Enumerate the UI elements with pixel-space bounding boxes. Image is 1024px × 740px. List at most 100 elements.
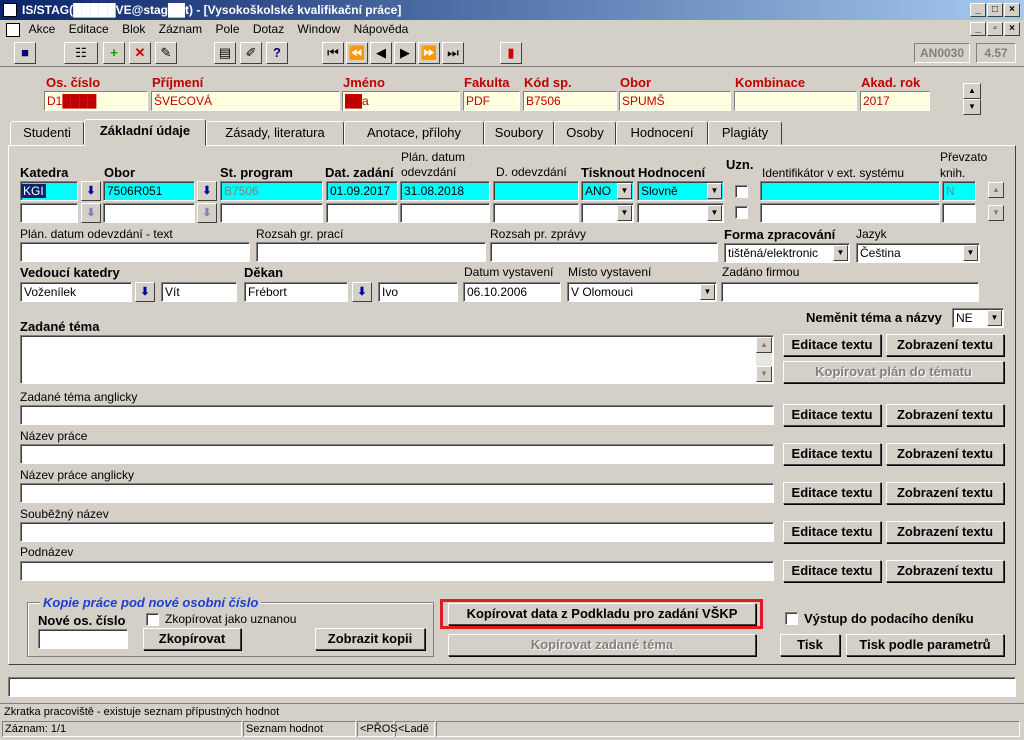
tab-studenti[interactable]: Studenti <box>10 121 84 145</box>
zobrazeni-textu-button-tema[interactable]: Zobrazení textu <box>886 334 1004 356</box>
obor-pick-icon-row2[interactable]: ⬇ <box>197 203 217 223</box>
header-scroll-down-icon[interactable]: ▼ <box>963 99 981 115</box>
uzn-checkbox[interactable] <box>735 185 748 198</box>
kod-sp-field[interactable]: B7506 <box>523 91 617 111</box>
prev-block-icon[interactable]: ⏪ <box>346 42 368 64</box>
kopirovat-zadane-tema-button[interactable]: Kopírovat zadané téma <box>448 634 756 656</box>
fakulta-field[interactable]: PDF <box>463 91 520 111</box>
clipboard-icon[interactable]: ▤ <box>214 42 236 64</box>
nove-os-cislo-field[interactable] <box>38 629 128 649</box>
dekan-prijmeni-field[interactable]: Frébort <box>244 282 348 302</box>
uzn-checkbox-row2[interactable] <box>735 206 748 219</box>
delete-record-icon[interactable]: ✕ <box>129 42 151 64</box>
menu-akce[interactable]: Akce <box>29 22 56 36</box>
vedouci-jmeno-field[interactable]: Vít <box>161 282 237 302</box>
soubezny-field[interactable] <box>20 522 774 542</box>
tab-zasady-literatura[interactable]: Zásady, literatura <box>206 121 344 145</box>
obor-code-field[interactable]: 7506R051 <box>103 181 195 201</box>
katedra-field[interactable]: KGI <box>20 181 78 201</box>
scroll-down-icon[interactable]: ▼ <box>756 366 772 382</box>
zobrazeni-textu-button-podnazev[interactable]: Zobrazení textu <box>886 560 1004 582</box>
hodnoceni-select[interactable]: Slovně ▼ <box>637 181 724 201</box>
menu-window[interactable]: Window <box>298 22 341 36</box>
edit-pencil-icon[interactable]: ✐ <box>240 42 262 64</box>
tab-osoby[interactable]: Osoby <box>554 121 616 145</box>
obor-field[interactable]: SPUMŠ <box>619 91 731 111</box>
d-odevzdani-field[interactable] <box>493 181 579 201</box>
plan-datum-text-field[interactable] <box>20 242 250 262</box>
child-restore-button[interactable]: ▫ <box>987 22 1003 36</box>
rozsah-pr-field[interactable] <box>490 242 718 262</box>
grid-scroll-up-icon[interactable]: ▲ <box>988 182 1004 198</box>
tisknout-select-row2[interactable]: ▼ <box>581 203 634 223</box>
menu-dotaz[interactable]: Dotaz <box>253 22 284 36</box>
clear-icon[interactable]: ✎ <box>155 42 177 64</box>
tab-hodnoceni[interactable]: Hodnocení <box>616 121 708 145</box>
tab-soubory[interactable]: Soubory <box>484 121 554 145</box>
header-scroll-up-icon[interactable]: ▲ <box>963 83 981 99</box>
zadano-firmou-field[interactable] <box>721 282 979 302</box>
child-close-button[interactable]: × <box>1004 22 1020 36</box>
prevzato-field-row2[interactable] <box>942 203 976 223</box>
vedouci-pick-icon[interactable]: ⬇ <box>135 282 155 302</box>
plan-datum-field[interactable]: 31.08.2018 <box>400 181 490 201</box>
katedra-field-row2[interactable] <box>20 203 78 223</box>
nemenit-select[interactable]: NE ▼ <box>952 308 1004 328</box>
prev-record-icon[interactable]: ◀ <box>370 42 392 64</box>
datum-vystaveni-field[interactable]: 06.10.2006 <box>463 282 561 302</box>
zkopirovat-uznanou-checkbox[interactable] <box>146 613 159 626</box>
identifikator-field[interactable] <box>760 181 940 201</box>
textarea-scrollbar[interactable]: ▲ ▼ <box>756 337 772 382</box>
jazyk-select[interactable]: Čeština ▼ <box>856 243 980 263</box>
obor-code-field-row2[interactable] <box>103 203 195 223</box>
zadane-tema-en-field[interactable] <box>20 405 774 425</box>
katedra-pick-icon-row2[interactable]: ⬇ <box>81 203 101 223</box>
editace-textu-button-nazev-en[interactable]: Editace textu <box>783 482 881 504</box>
zobrazit-kopii-button[interactable]: Zobrazit kopii <box>315 628 425 650</box>
zobrazeni-textu-button-tema-en[interactable]: Zobrazení textu <box>886 404 1004 426</box>
akad-rok-field[interactable]: 2017 <box>860 91 930 111</box>
kopirovat-plan-button[interactable]: Kopírovat plán do tématu <box>783 361 1004 383</box>
last-record-icon[interactable]: ⏭ <box>442 42 464 64</box>
zobrazeni-textu-button-soubezny[interactable]: Zobrazení textu <box>886 521 1004 543</box>
editace-textu-button-tema-en[interactable]: Editace textu <box>783 404 881 426</box>
tisk-podle-parametru-button[interactable]: Tisk podle parametrů <box>846 634 1004 656</box>
dekan-jmeno-field[interactable]: Ivo <box>378 282 458 302</box>
exit-icon[interactable]: ▮ <box>500 42 522 64</box>
st-program-field-row2[interactable] <box>220 203 323 223</box>
grid-scroll-down-icon[interactable]: ▼ <box>988 205 1004 221</box>
rozsah-gr-field[interactable] <box>256 242 486 262</box>
close-button[interactable]: × <box>1004 3 1020 17</box>
dat-zadani-field[interactable]: 01.09.2017 <box>326 181 398 201</box>
help-icon[interactable]: ? <box>266 42 288 64</box>
add-record-icon[interactable]: + <box>103 42 125 64</box>
plan-datum-field-row2[interactable] <box>400 203 490 223</box>
zobrazeni-textu-button-nazev-en[interactable]: Zobrazení textu <box>886 482 1004 504</box>
tab-anotace-prilohy[interactable]: Anotace, přílohy <box>344 121 484 145</box>
first-record-icon[interactable]: ⏮ <box>322 42 344 64</box>
menu-blok[interactable]: Blok <box>122 22 145 36</box>
d-odevzdani-field-row2[interactable] <box>493 203 579 223</box>
child-minimize-button[interactable]: _ <box>970 22 986 36</box>
dat-zadani-field-row2[interactable] <box>326 203 398 223</box>
zkopirovat-button[interactable]: Zkopírovat <box>143 628 241 650</box>
maximize-button[interactable]: □ <box>987 3 1003 17</box>
prevzato-field[interactable]: N <box>942 181 976 201</box>
tisknout-select[interactable]: ANO ▼ <box>581 181 634 201</box>
vedouci-prijmeni-field[interactable]: Voženílek <box>20 282 132 302</box>
tisk-button[interactable]: Tisk <box>780 634 840 656</box>
next-record-icon[interactable]: ▶ <box>394 42 416 64</box>
menu-zaznam[interactable]: Záznam <box>159 22 202 36</box>
st-program-field[interactable]: B7506 <box>220 181 323 201</box>
zadane-tema-textarea[interactable]: ▲ ▼ <box>20 335 774 384</box>
next-block-icon[interactable]: ⏩ <box>418 42 440 64</box>
zobrazeni-textu-button-nazev[interactable]: Zobrazení textu <box>886 443 1004 465</box>
identifikator-field-row2[interactable] <box>760 203 940 223</box>
jmeno-field[interactable]: ██a <box>342 91 460 111</box>
os-cislo-field[interactable]: D1████ <box>44 91 148 111</box>
kopirovat-podklad-button[interactable]: Kopírovat data z Podkladu pro zadání VŠK… <box>448 603 756 625</box>
list-icon[interactable]: ☷ <box>64 42 98 64</box>
menu-napoveda[interactable]: Nápověda <box>354 22 409 36</box>
editace-textu-button-podnazev[interactable]: Editace textu <box>783 560 881 582</box>
hodnoceni-select-row2[interactable]: ▼ <box>637 203 724 223</box>
